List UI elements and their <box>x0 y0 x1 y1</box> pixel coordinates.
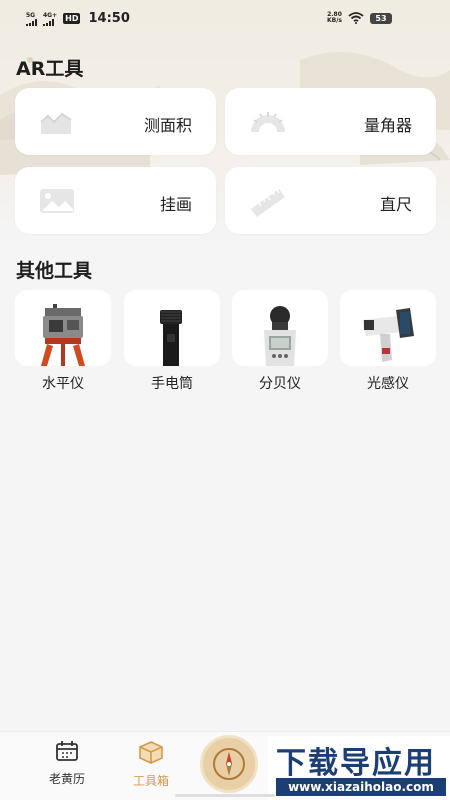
flashlight-icon <box>160 310 182 366</box>
card-ruler-label: 直尺 <box>379 195 412 214</box>
tool-light-meter[interactable] <box>340 290 436 366</box>
tool-decibel-meter[interactable] <box>232 290 328 366</box>
nav-toolbox[interactable]: 工具箱 <box>116 740 186 789</box>
calendar-icon <box>56 741 78 761</box>
tool-light-meter-label: 光感仪 <box>367 376 409 392</box>
tool-flashlight-label: 手电筒 <box>151 376 193 392</box>
card-hang-picture-label: 挂画 <box>159 195 192 214</box>
home-indicator <box>175 794 275 797</box>
clock: 14:50 <box>88 11 130 26</box>
signal-4g: 4G+ <box>43 12 57 26</box>
light-meter-icon <box>362 308 414 362</box>
card-protractor-label: 量角器 <box>363 116 412 135</box>
compass-icon <box>213 748 245 780</box>
ar-tools-title: AR工具 <box>16 58 84 80</box>
nav-almanac-label: 老黄历 <box>48 772 85 786</box>
hd-badge: HD <box>63 13 81 24</box>
signal-5g: 5G <box>26 12 37 26</box>
decibel-meter-icon <box>264 306 296 366</box>
nav-almanac[interactable]: 老黄历 <box>32 740 102 787</box>
nav-toolbox-label: 工具箱 <box>132 774 169 788</box>
card-ruler[interactable]: 直尺 <box>225 167 436 234</box>
watermark-url: www.xiazaiholao.com <box>276 778 446 796</box>
tool-level-label: 水平仪 <box>42 376 84 392</box>
other-tools-title: 其他工具 <box>16 260 93 282</box>
theodolite-icon <box>41 304 85 366</box>
card-measure-area[interactable]: 测面积 <box>15 88 216 155</box>
area-chart-icon <box>40 112 72 134</box>
tool-level[interactable] <box>15 290 111 366</box>
battery-icon: 53 <box>370 12 392 24</box>
protractor-icon <box>251 112 285 132</box>
watermark-main-text: 下载导应用 <box>276 746 436 781</box>
compass-button[interactable] <box>200 735 258 793</box>
net-speed: 2.80 KB/s <box>327 11 342 24</box>
tool-flashlight[interactable] <box>124 290 220 366</box>
card-measure-area-label: 测面积 <box>143 116 192 135</box>
card-hang-picture[interactable]: 挂画 <box>15 167 216 234</box>
watermark-logo: 下载导应用 www.xiazaiholao.com <box>268 736 450 800</box>
tool-decibel-meter-label: 分贝仪 <box>259 376 301 392</box>
picture-icon <box>40 189 74 213</box>
status-bar: 5G 4G+ HD 14:50 2.80 KB/s 53 <box>0 0 450 40</box>
card-protractor[interactable]: 量角器 <box>225 88 436 155</box>
ruler-icon <box>251 189 285 217</box>
wifi-icon <box>348 12 364 24</box>
toolbox-icon <box>139 741 163 764</box>
